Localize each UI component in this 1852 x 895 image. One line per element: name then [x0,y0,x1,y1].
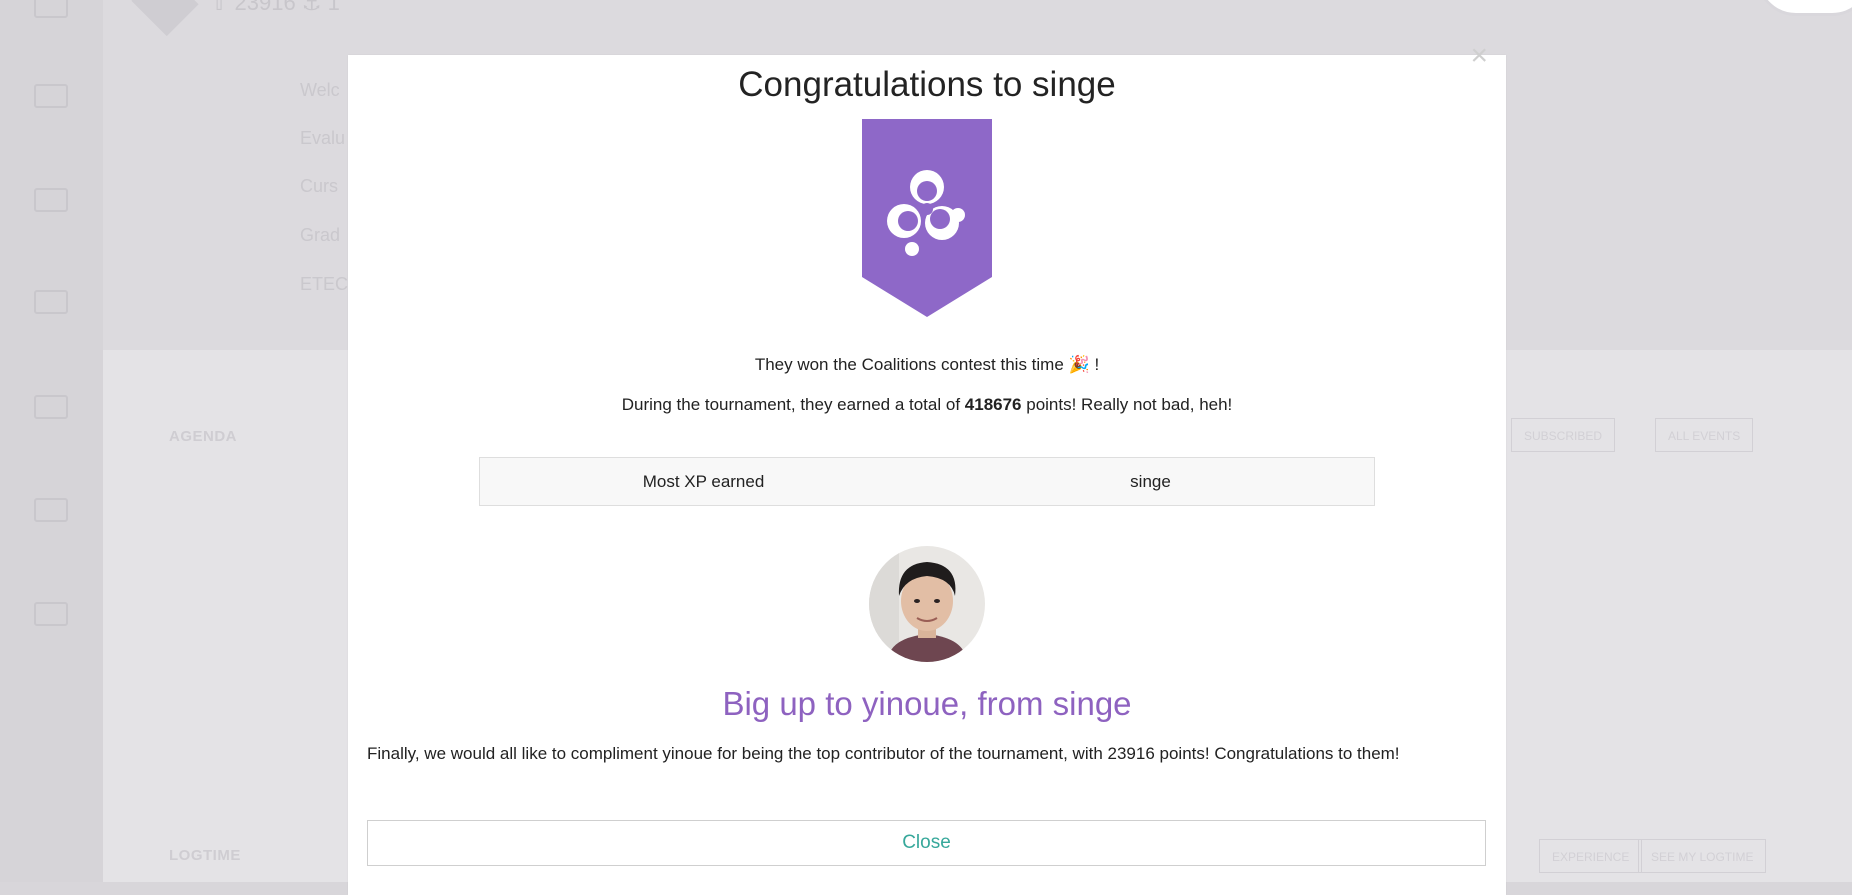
header-link-4[interactable]: Grad [300,225,340,246]
won-text: They won the Coalitions contest this tim… [348,355,1506,375]
modal-title: Congratulations to singe [738,65,1116,104]
party-popper-icon: 🎉 [1068,355,1090,374]
coalition-banner-icon [862,119,992,317]
wallet-icon[interactable] [34,602,68,626]
points-prefix: During the tournament, they earned a tot… [621,395,961,414]
sidebar [0,0,103,882]
logtime-title: LOGTIME [169,847,241,864]
close-button[interactable]: Close [367,820,1486,866]
chart-icon[interactable] [34,84,68,108]
experience-button[interactable]: EXPERIENCE [1539,839,1643,873]
user-stats: ⇧ 23916 ⚓ 1 [210,0,340,15]
points-value: 418676 [964,395,1022,414]
big-up-heading: Big up to yinoue, from singe [722,685,1132,722]
forum-icon[interactable] [34,290,68,314]
header-link-2[interactable]: Evalu [300,128,345,149]
see-logtime-button[interactable]: SEE MY LOGTIME [1638,839,1767,873]
won-label: They won the Coalitions contest this tim… [754,355,1064,374]
points-text: During the tournament, they earned a tot… [348,395,1506,415]
shop-icon[interactable] [34,498,68,522]
points-suffix: points! Really not bad, heh! [1026,395,1233,414]
final-compliment-text: Finally, we would all like to compliment… [367,744,1400,763]
coalition-badge-icon [131,0,199,37]
most-xp-table: Most XP earned singe [479,457,1375,506]
most-xp-label: Most XP earned [642,471,765,491]
agenda-all-events-button[interactable]: ALL EVENTS [1655,418,1754,452]
agenda-subscribed-button[interactable]: SUBSCRIBED [1511,418,1616,452]
projects-icon[interactable] [34,395,68,419]
most-xp-value: singe [1130,471,1171,491]
home-icon[interactable] [34,0,68,18]
user-menu-corner[interactable] [1756,0,1852,16]
header-link-3[interactable]: Curs [300,176,338,197]
calendar-icon[interactable] [34,188,68,212]
header-link-1[interactable]: Welc [300,80,340,101]
avatar [869,546,985,662]
header-link-5[interactable]: ETEC [300,274,348,295]
agenda-title: AGENDA [169,428,238,445]
coalition-winner-modal: × Congratulations to singe They won the … [348,41,1506,895]
won-suffix: ! [1094,355,1100,374]
